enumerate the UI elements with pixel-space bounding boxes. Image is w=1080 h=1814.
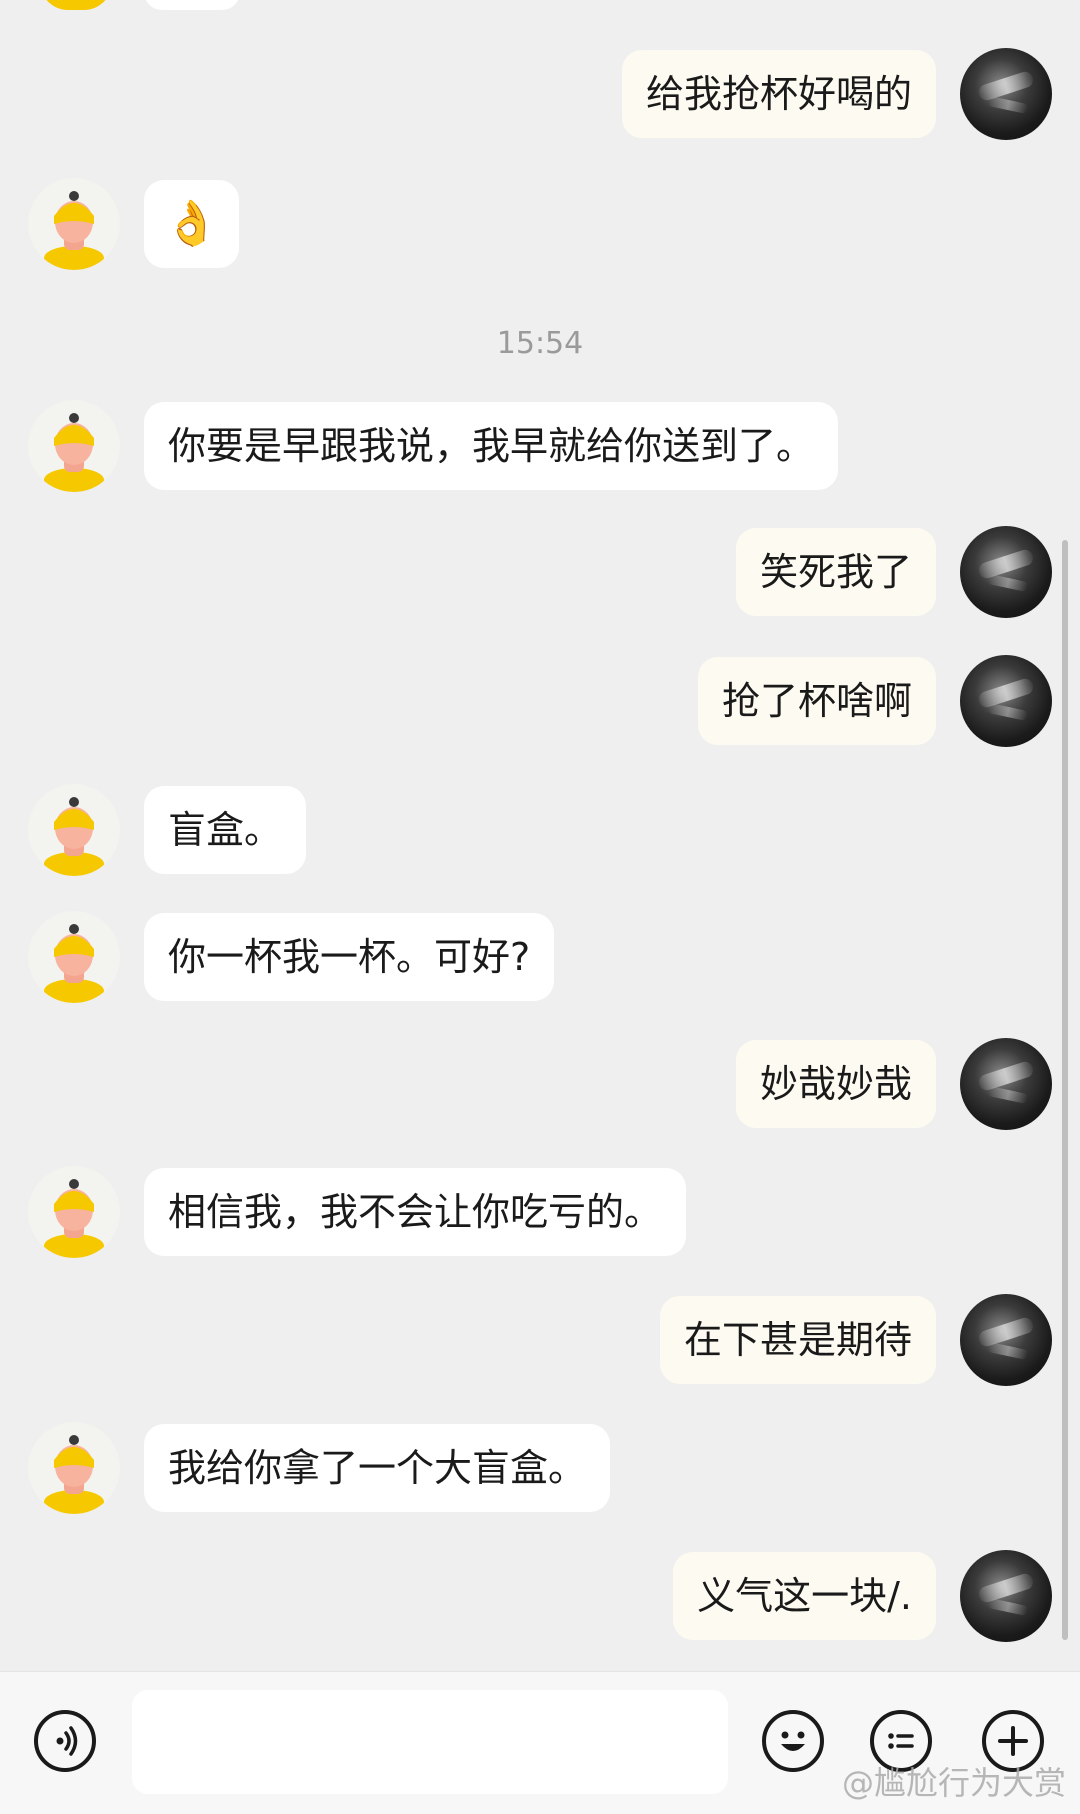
message-row-outgoing: 未读 义气这一块/. [572,1550,1052,1642]
message-bubble[interactable]: 笑死我了 [735,528,936,616]
message-row-incoming: 相信我，我不会让你吃亏的。 [28,1166,687,1258]
message-bubble[interactable]: 给我抢杯好喝的 [621,50,936,138]
user-avatar[interactable] [960,655,1052,747]
scrollbar[interactable] [1062,540,1068,1640]
message-bubble[interactable]: 我给你拿了一个大盲盒。 [144,1424,611,1512]
message-row-incoming: 我给你拿了一个大盲盒。 [28,1422,611,1514]
message-bubble[interactable]: 在下甚是期待 [659,1296,936,1384]
message-bubble[interactable]: 抢了杯啥啊 [697,657,936,745]
message-row-incoming: 👌 [28,178,248,270]
photo-highlight [976,1315,1036,1349]
cartoon-avatar-icon [44,191,104,270]
message-row-incoming: 你一杯我一杯。可好? [28,911,555,1003]
message-row-outgoing: 已读 给我抢杯好喝的 [582,48,1052,140]
photo-highlight [976,69,1036,103]
user-avatar[interactable] [960,526,1052,618]
cartoon-avatar-icon [44,924,104,1003]
contact-avatar[interactable] [28,178,120,270]
photo-highlight [987,1341,1029,1361]
partial-avatar [40,0,112,10]
message-row-outgoing: 已读 抢了杯啥啊 [602,655,1052,747]
message-bubble[interactable]: 相信我，我不会让你吃亏的。 [144,1168,687,1256]
contact-avatar[interactable] [28,1166,120,1258]
chat-screen: 已读 给我抢杯好喝的 👌 15:54 [0,0,1080,1814]
photo-highlight [987,1085,1029,1105]
cartoon-avatar-icon [44,413,104,492]
contact-avatar[interactable] [28,784,120,876]
message-row-incoming: 盲盒。 [28,784,307,876]
message-row-incoming: 你要是早跟我说，我早就给你送到了。 [28,400,839,492]
message-bubble[interactable]: 义气这一块/. [673,1552,936,1640]
message-bubble[interactable]: 妙哉妙哉 [735,1040,936,1128]
message-timestamp: 15:54 [496,326,584,361]
user-avatar[interactable] [960,1550,1052,1642]
watermark: @尴尬行为大赏 [841,1764,1066,1802]
message-row-outgoing: 已读 笑死我了 [642,526,1052,618]
cartoon-avatar-icon [44,1179,104,1258]
message-row-outgoing: 已读 在下甚是期待 [562,1294,1052,1386]
cartoon-avatar-icon [44,1435,104,1514]
photo-highlight [976,1571,1036,1605]
ok-hand-emoji: 👌 [164,198,219,249]
message-row-outgoing: 已读 妙哉妙哉 [642,1038,1052,1130]
contact-avatar[interactable] [28,400,120,492]
message-bubble[interactable]: 你要是早跟我说，我早就给你送到了。 [144,402,839,490]
emoji-bubble[interactable]: 👌 [144,180,239,268]
message-bubble[interactable]: 盲盒。 [144,786,307,874]
photo-highlight [987,1597,1029,1617]
photo-highlight [987,702,1029,722]
photo-highlight [976,1059,1036,1093]
emoji-icon[interactable] [762,1710,824,1772]
contact-avatar[interactable] [28,1422,120,1514]
voice-glyph [56,1726,78,1756]
user-avatar[interactable] [960,1038,1052,1130]
emoji-glyph [781,1731,805,1751]
user-avatar[interactable] [960,48,1052,140]
photo-highlight [987,95,1029,115]
user-avatar[interactable] [960,1294,1052,1386]
cartoon-avatar-icon [44,797,104,876]
contact-avatar[interactable] [28,911,120,1003]
photo-highlight [976,547,1036,581]
message-bubble[interactable]: 你一杯我一杯。可好? [144,913,555,1001]
photo-highlight [976,676,1036,710]
photo-highlight [987,573,1029,593]
message-input[interactable] [132,1690,728,1794]
voice-icon[interactable] [34,1710,96,1772]
input-toolbar: @尴尬行为大赏 [0,1671,1080,1814]
partial-message-bubble [144,0,240,10]
